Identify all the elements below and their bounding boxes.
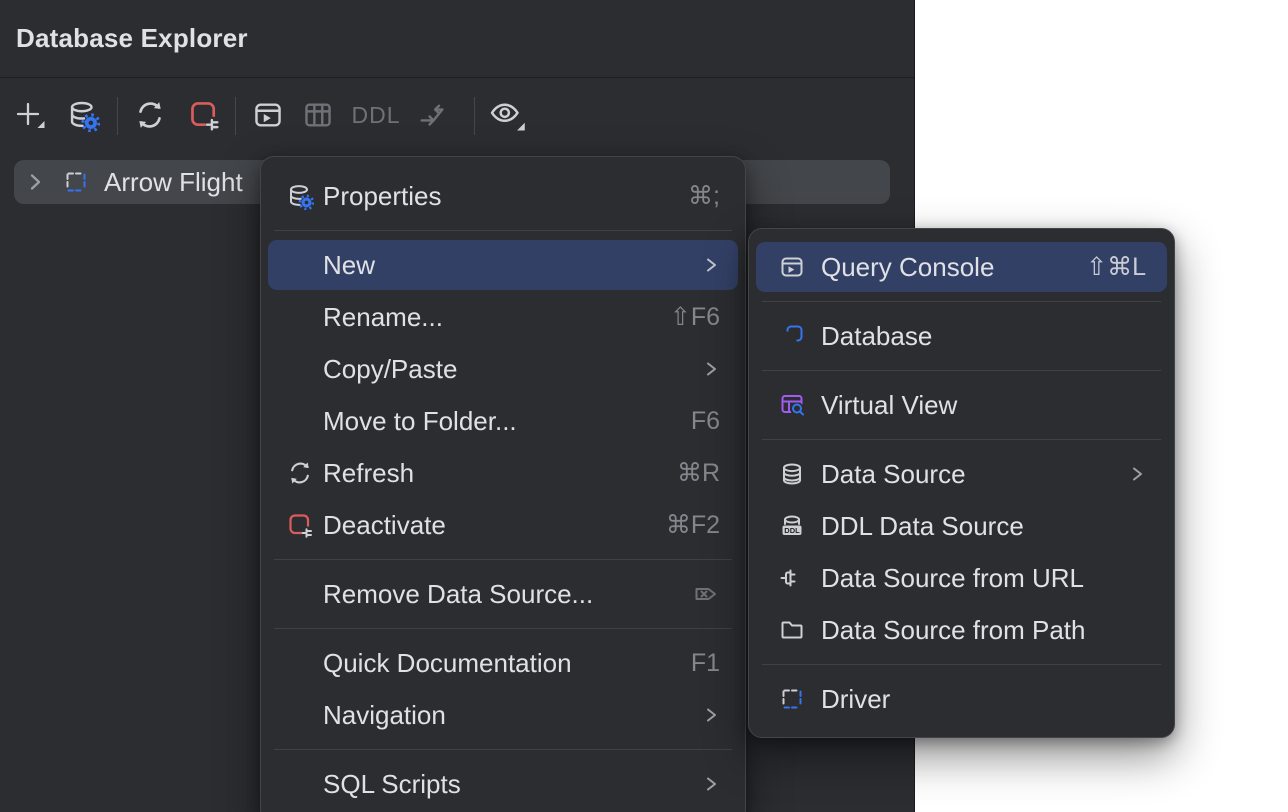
chevron-right-icon[interactable] [24, 171, 46, 193]
shortcut: ⌘F2 [666, 510, 720, 540]
svg-text:DDL: DDL [784, 526, 800, 535]
submenu-item-data-source-from-url[interactable]: Data Source from URL [749, 552, 1174, 604]
add-data-source-button[interactable] [10, 95, 50, 135]
submenu-item-data-source-from-path[interactable]: Data Source from Path [749, 604, 1174, 656]
refresh-icon [286, 459, 314, 487]
database-settings-icon [286, 182, 314, 210]
view-options-button[interactable] [487, 95, 527, 135]
submenu-item-ddl-data-source[interactable]: DDL DDL Data Source [749, 500, 1174, 552]
toolbar-separator [474, 97, 475, 135]
menu-item-new[interactable]: New [261, 239, 745, 291]
submenu-item-driver[interactable]: Driver [749, 673, 1174, 725]
data-source-properties-button[interactable] [63, 95, 103, 135]
shortcut: F1 [691, 649, 720, 678]
submenu-item-data-source[interactable]: Data Source [749, 448, 1174, 500]
menu-separator [762, 439, 1161, 440]
menu-separator [762, 370, 1161, 371]
plus-icon [12, 97, 48, 133]
driver-icon [778, 685, 806, 713]
menu-item-remove-data-source[interactable]: Remove Data Source... [261, 568, 745, 620]
driver-icon [62, 168, 90, 196]
shortcut: ⌘R [677, 458, 720, 488]
menu-separator [762, 301, 1161, 302]
submenu-arrow-icon [1128, 464, 1146, 484]
database-settings-icon [66, 98, 100, 132]
ddl-data-source-icon: DDL [778, 512, 806, 540]
open-table-button[interactable] [298, 95, 338, 135]
deactivate-icon [286, 511, 314, 539]
query-console-icon [778, 253, 806, 281]
deactivate-icon [187, 98, 221, 132]
submenu-item-database[interactable]: Database [749, 310, 1174, 362]
query-console-icon [251, 98, 285, 132]
forward-mapping-button[interactable] [412, 95, 452, 135]
tree-item-label: Arrow Flight [104, 167, 243, 198]
menu-separator [274, 559, 732, 560]
toolbar-separator [235, 97, 236, 135]
panel-title: Database Explorer [16, 23, 248, 54]
refresh-button[interactable] [130, 95, 170, 135]
shortcut: F6 [691, 407, 720, 436]
shortcut: ⇧⌘L [1086, 252, 1146, 282]
menu-item-refresh[interactable]: Refresh ⌘R [261, 447, 745, 499]
context-menu: Properties ⌘; New Rename... ⇧F6 Copy/Pas… [260, 156, 746, 812]
submenu-arrow-icon [702, 359, 720, 379]
refresh-icon [133, 98, 167, 132]
menu-item-rename[interactable]: Rename... ⇧F6 [261, 291, 745, 343]
ddl-button[interactable]: DDL [350, 95, 402, 135]
submenu-arrow-icon [702, 705, 720, 725]
menu-separator [274, 749, 732, 750]
plug-icon [778, 564, 806, 592]
menu-separator [274, 628, 732, 629]
submenu-item-virtual-view[interactable]: Virtual View [749, 379, 1174, 431]
eye-icon [487, 97, 527, 133]
menu-item-quick-documentation[interactable]: Quick Documentation F1 [261, 637, 745, 689]
delete-forward-icon [692, 580, 720, 608]
mapping-arrows-icon [415, 98, 449, 132]
shortcut: ⇧F6 [670, 302, 720, 332]
database-icon [778, 322, 806, 350]
folder-icon [778, 616, 806, 644]
menu-item-deactivate[interactable]: Deactivate ⌘F2 [261, 499, 745, 551]
data-source-icon [778, 460, 806, 488]
menu-item-copy-paste[interactable]: Copy/Paste [261, 343, 745, 395]
menu-item-sql-scripts[interactable]: SQL Scripts [261, 758, 745, 810]
submenu-item-query-console[interactable]: Query Console ⇧⌘L [749, 241, 1174, 293]
menu-separator [762, 664, 1161, 665]
ddl-label: DDL [351, 102, 400, 129]
new-submenu: Query Console ⇧⌘L Database [748, 228, 1175, 738]
submenu-arrow-icon [702, 774, 720, 794]
panel-header: Database Explorer [0, 0, 914, 78]
menu-separator [274, 230, 732, 231]
virtual-view-icon [778, 391, 806, 419]
shortcut: ⌘; [688, 181, 720, 211]
table-icon [301, 98, 335, 132]
menu-item-navigation[interactable]: Navigation [261, 689, 745, 741]
submenu-arrow-icon [702, 255, 720, 275]
toolbar-separator [117, 97, 118, 135]
menu-item-properties[interactable]: Properties ⌘; [261, 170, 745, 222]
menu-item-move-to-folder[interactable]: Move to Folder... F6 [261, 395, 745, 447]
jump-to-query-console-button[interactable] [248, 95, 288, 135]
deactivate-button[interactable] [184, 95, 224, 135]
